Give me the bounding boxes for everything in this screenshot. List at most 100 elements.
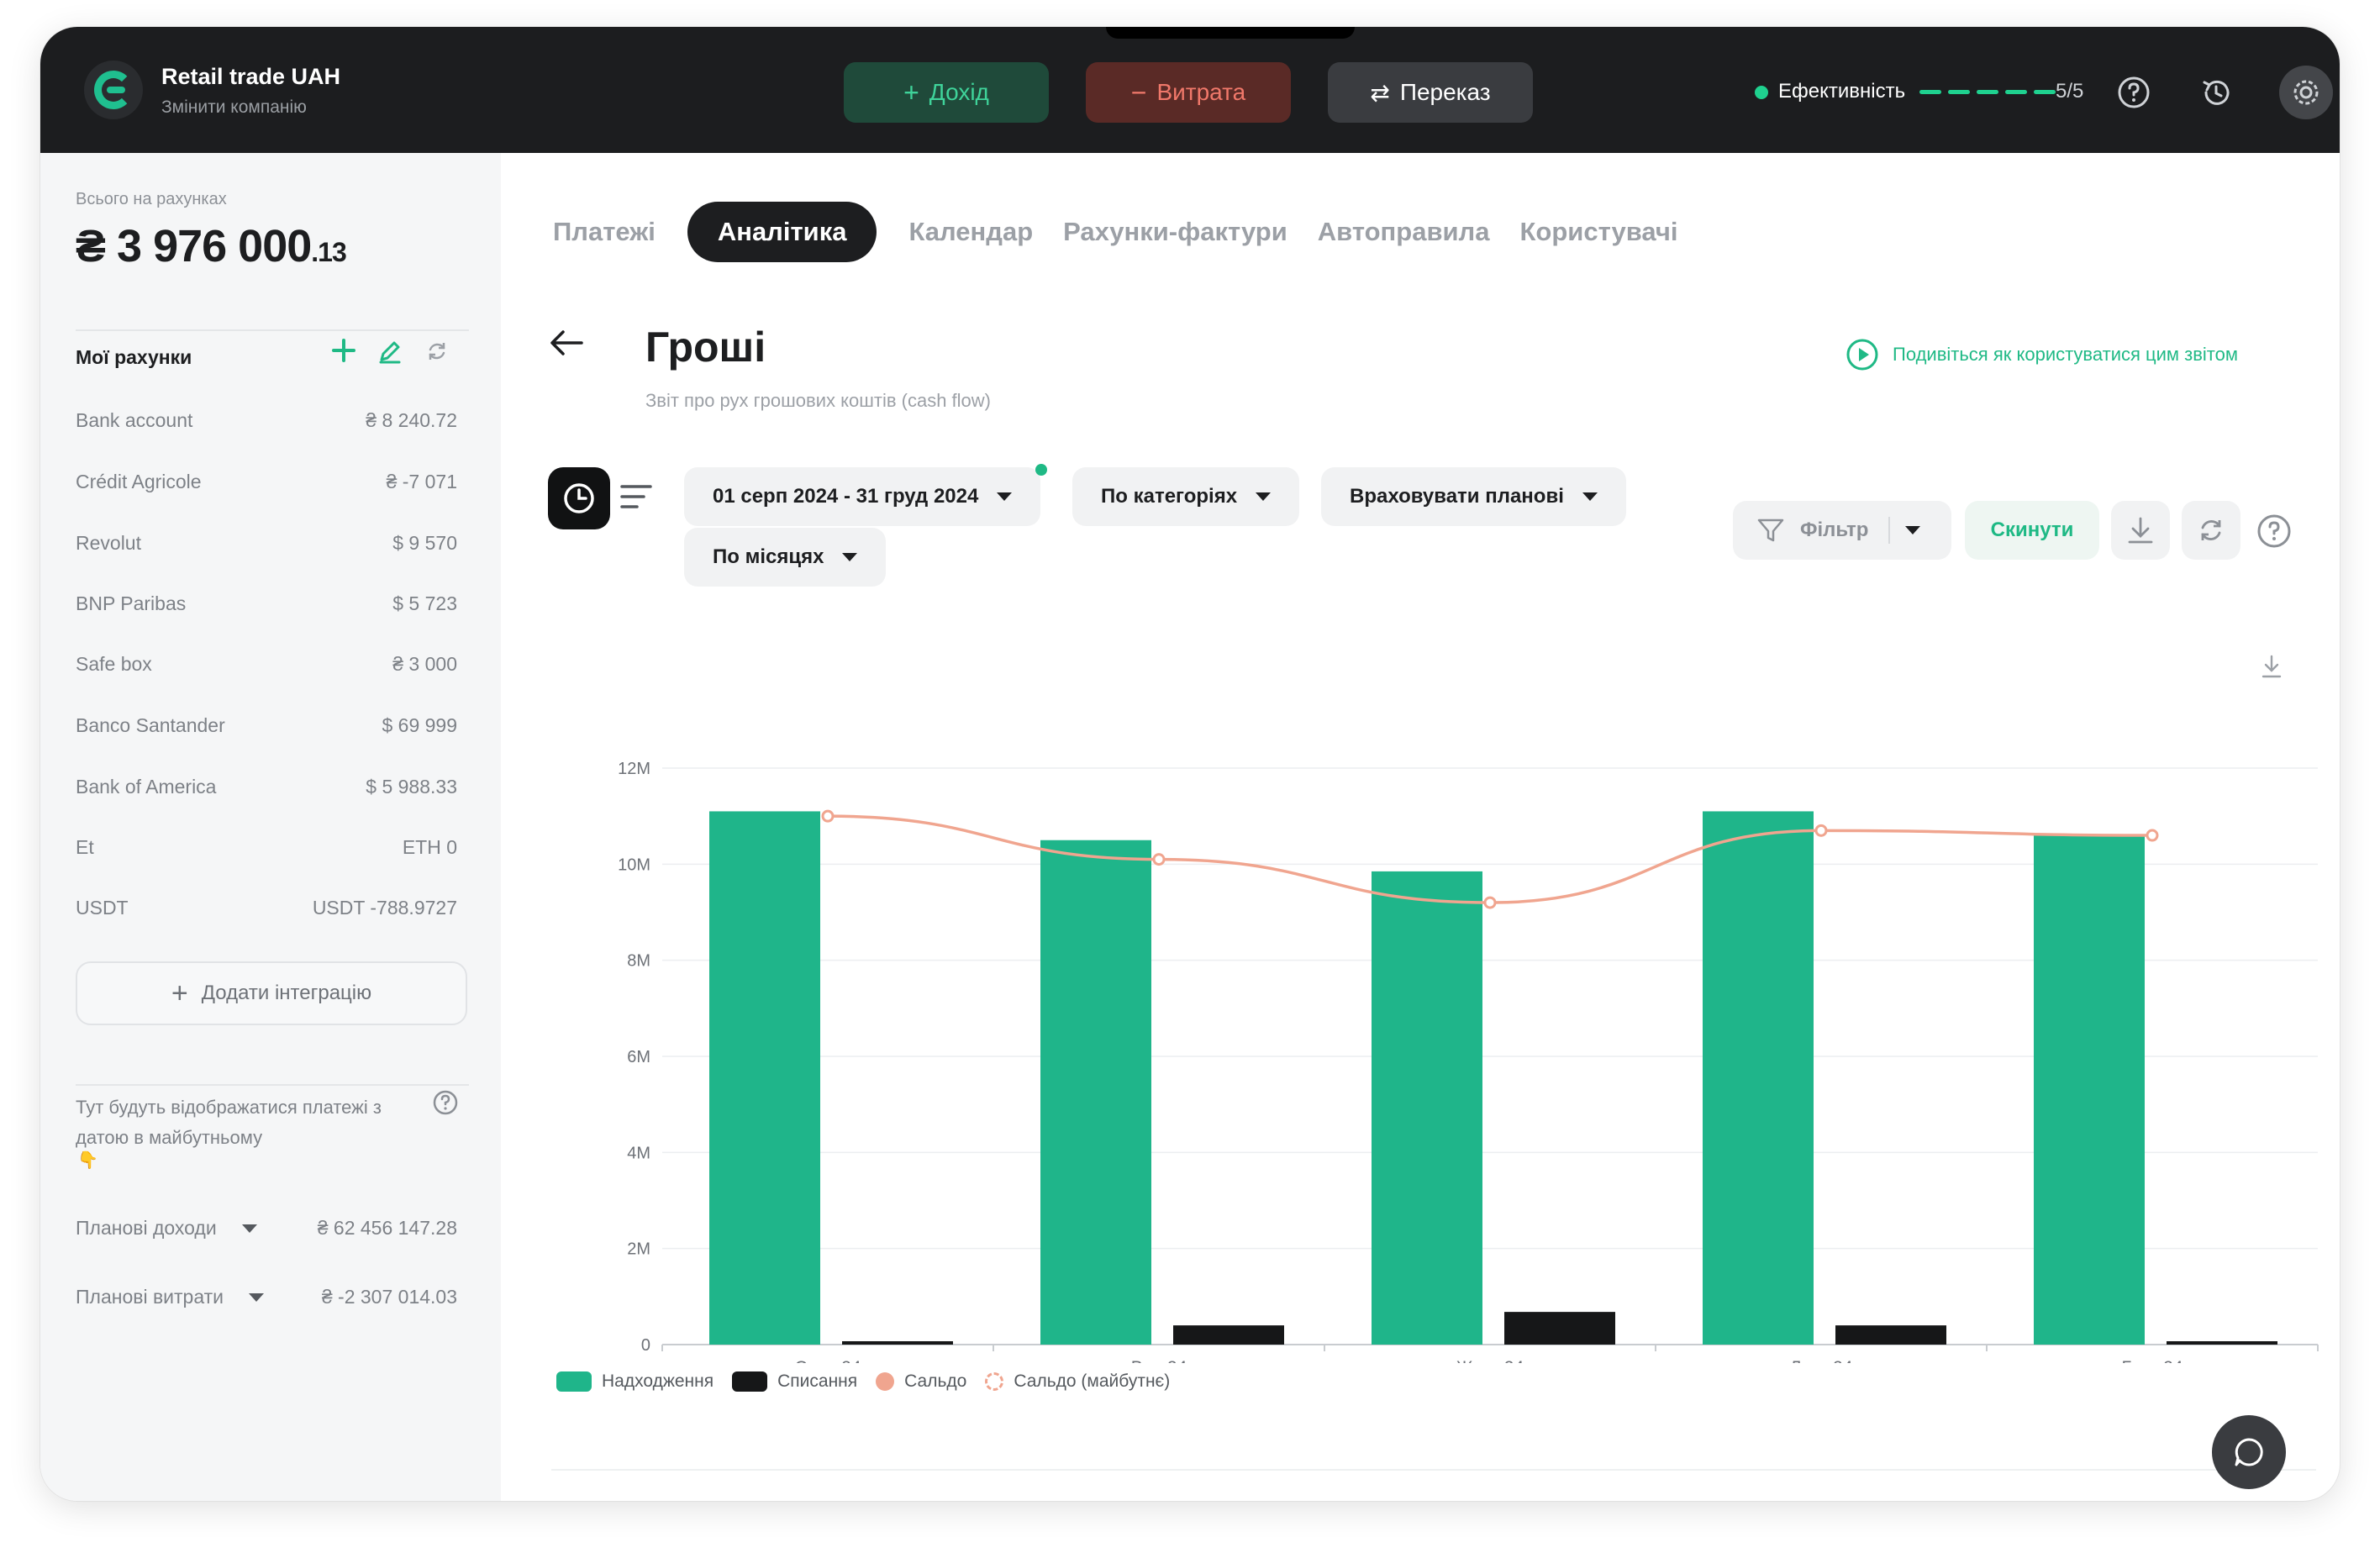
income-bar[interactable] xyxy=(1040,840,1151,1345)
filter-label: Фільтр xyxy=(1800,519,1869,541)
company-name[interactable]: Retail trade UAH xyxy=(161,64,340,90)
legend-label: Сальдо xyxy=(904,1371,967,1391)
refresh-icon[interactable] xyxy=(425,340,449,367)
chevron-down-icon[interactable] xyxy=(241,1224,257,1233)
expense-bar[interactable] xyxy=(2167,1340,2277,1345)
account-balance: $ 5 723 xyxy=(392,592,457,614)
legend-item[interactable]: Сальдо (майбутнє) xyxy=(985,1371,1170,1392)
planned-value: Враховувати планові xyxy=(1350,485,1564,508)
edit-icon[interactable] xyxy=(376,338,403,369)
add-transfer-label: Переказ xyxy=(1399,79,1491,105)
income-bar[interactable] xyxy=(709,811,820,1345)
account-balance: ₴ 8 240.72 xyxy=(366,408,457,431)
balance-point[interactable] xyxy=(821,809,835,823)
add-integration-button[interactable]: + Додати інтеграцію xyxy=(76,961,467,1025)
x-tick-label: Жовт 24 xyxy=(1456,1358,1524,1363)
income-bar[interactable] xyxy=(1703,811,1814,1345)
top-bar: Retail trade UAH Змінити компанію + Дохі… xyxy=(40,27,2340,153)
account-row[interactable]: Banco Santander $ 69 999 xyxy=(76,708,457,742)
balance-point[interactable] xyxy=(1483,896,1497,909)
planned-expense-row[interactable]: Планові витрати ₴ -2 307 014.03 xyxy=(76,1286,457,1308)
back-arrow-icon[interactable] xyxy=(548,328,585,362)
efficiency-score: 5/5 xyxy=(2056,80,2084,103)
expense-bar[interactable] xyxy=(1504,1312,1615,1345)
chat-button[interactable] xyxy=(2212,1415,2286,1489)
account-row[interactable]: Safe box ₴ 3 000 xyxy=(76,647,457,681)
help-icon[interactable] xyxy=(2256,513,2293,554)
chevron-down-icon xyxy=(997,492,1013,501)
tab-autorules[interactable]: Автоправила xyxy=(1303,202,1505,262)
sidebar: Всього на рахунках ₴ 3 976 000.13 Мої ра… xyxy=(40,153,501,1501)
clock-view-button[interactable] xyxy=(548,467,610,529)
reset-button[interactable]: Скинути xyxy=(1965,501,2099,560)
expense-bar[interactable] xyxy=(1835,1325,1946,1345)
add-transfer-button[interactable]: ⇄ Переказ xyxy=(1328,62,1533,123)
download-button[interactable] xyxy=(2111,501,2170,560)
account-row[interactable]: Bank account ₴ 8 240.72 xyxy=(76,403,457,437)
chart-download-icon[interactable] xyxy=(2261,654,2283,683)
date-range-select[interactable]: 01 серп 2024 - 31 груд 2024 xyxy=(684,467,1041,526)
company-logo-icon[interactable] xyxy=(84,61,143,119)
efficiency-status-dot xyxy=(1755,86,1768,99)
x-tick-label: Вер 24 xyxy=(1131,1358,1187,1363)
tab-invoices[interactable]: Рахунки-фактури xyxy=(1048,202,1303,262)
tab-analytics[interactable]: Аналітика xyxy=(687,202,877,262)
legend-item[interactable]: Надходження xyxy=(556,1371,713,1392)
account-row[interactable]: USDT USDT -788.9727 xyxy=(76,891,457,924)
legend-item[interactable]: Списання xyxy=(732,1371,857,1392)
add-income-label: Дохід xyxy=(929,79,989,105)
expense-bar[interactable] xyxy=(1173,1325,1284,1345)
account-row[interactable]: Crédit Agricole ₴ -7 071 xyxy=(76,465,457,498)
filter-button[interactable]: Фільтр xyxy=(1733,501,1951,560)
gear-icon[interactable] xyxy=(2279,66,2333,119)
chevron-down-icon[interactable] xyxy=(249,1292,265,1302)
planned-income-row[interactable]: Планові доходи ₴ 62 456 147.28 xyxy=(76,1217,457,1240)
account-row[interactable]: Et ETH 0 xyxy=(76,830,457,864)
account-balance: ₴ 3 000 xyxy=(392,652,457,675)
refresh-button[interactable] xyxy=(2182,501,2240,560)
planned-select[interactable]: Враховувати планові xyxy=(1321,467,1626,526)
list-view-icon[interactable] xyxy=(619,481,654,517)
help-icon[interactable] xyxy=(2116,75,2151,110)
history-icon[interactable] xyxy=(2198,75,2234,110)
divider xyxy=(76,1084,469,1086)
y-tick-label: 2M xyxy=(627,1240,650,1259)
x-tick-label: Лист 24 xyxy=(1790,1358,1853,1363)
add-expense-label: Витрата xyxy=(1156,79,1246,105)
period-value: По місяцях xyxy=(713,545,824,568)
help-icon[interactable] xyxy=(432,1089,459,1120)
group-by-select[interactable]: По категоріях xyxy=(1072,467,1300,526)
add-account-icon[interactable] xyxy=(329,336,358,369)
accounts-title: Мої рахунки xyxy=(76,346,192,368)
add-income-button[interactable]: + Дохід xyxy=(844,62,1049,123)
hand-pointing-icon: 👇 xyxy=(77,1151,98,1170)
efficiency-label[interactable]: Ефективність xyxy=(1778,80,1905,103)
balance-point[interactable] xyxy=(1152,853,1166,866)
legend-item[interactable]: Сальдо xyxy=(876,1371,966,1392)
account-name: Crédit Agricole xyxy=(76,470,202,492)
page-title: Гроші xyxy=(645,324,766,371)
tab-users[interactable]: Користувачі xyxy=(1505,202,1693,262)
income-bar[interactable] xyxy=(1372,871,1482,1345)
howto-link[interactable]: Подивіться як користуватися цим звітом xyxy=(1846,338,2238,371)
date-range-value: 01 серп 2024 - 31 груд 2024 xyxy=(713,485,979,508)
switch-company-link[interactable]: Змінити компанію xyxy=(161,97,307,118)
tab-payments[interactable]: Платежі xyxy=(538,202,671,262)
minus-icon: − xyxy=(1130,76,1147,108)
account-balance: USDT -788.9727 xyxy=(312,896,457,919)
account-row[interactable]: Revolut $ 9 570 xyxy=(76,526,457,560)
group-by-value: По категоріях xyxy=(1101,485,1238,508)
account-row[interactable]: Bank of America $ 5 988.33 xyxy=(76,770,457,803)
income-bar[interactable] xyxy=(2034,835,2145,1345)
account-row[interactable]: BNP Paribas $ 5 723 xyxy=(76,587,457,620)
period-select[interactable]: По місяцях xyxy=(684,528,887,587)
balance-point[interactable] xyxy=(1814,824,1828,837)
chevron-down-icon[interactable] xyxy=(1905,526,1921,534)
total-balance: ₴ 3 976 000.13 xyxy=(76,220,347,272)
efficiency-progress xyxy=(1919,90,2056,94)
tab-calendar[interactable]: Календар xyxy=(893,202,1048,262)
add-expense-button[interactable]: − Витрата xyxy=(1086,62,1291,123)
balance-point[interactable] xyxy=(2146,829,2159,842)
legend-swatch xyxy=(876,1372,895,1391)
expense-bar[interactable] xyxy=(842,1340,953,1345)
